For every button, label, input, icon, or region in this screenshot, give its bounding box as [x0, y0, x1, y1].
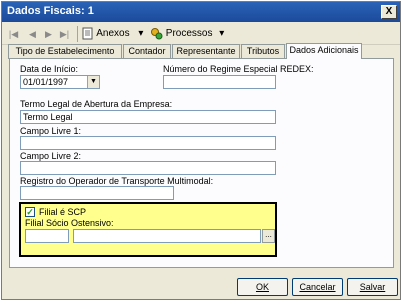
salvar-label: Salvar — [359, 282, 386, 292]
campo-livre-1-label: Campo Livre 1: — [20, 126, 82, 136]
termo-legal-field[interactable]: Termo Legal — [20, 110, 276, 124]
cancelar-button[interactable]: Cancelar — [292, 278, 343, 296]
attachment-icon — [82, 27, 93, 40]
first-record-icon[interactable]: |◀ — [7, 26, 20, 42]
data-inicio-value: 01/01/1997 — [23, 77, 69, 87]
data-inicio-label: Data de Início: — [20, 64, 79, 74]
filial-scp-group: ✓ Filial é SCP Filial Sócio Ostensivo: .… — [19, 202, 277, 257]
tab-tipo-estabelecimento[interactable]: Tipo de Estabelecimento — [8, 44, 122, 59]
socio-search-button[interactable]: ... — [262, 229, 275, 243]
processos-label: Processos — [165, 28, 213, 39]
regime-redex-label: Número do Regime Especial REDEX: — [163, 64, 314, 74]
calendar-dropdown-icon[interactable]: ▼ — [87, 76, 99, 88]
title-bar: Dados Fiscais: 1 X — [2, 2, 400, 22]
processos-menu[interactable]: Processos ▾ — [150, 26, 224, 42]
registro-multimodal-label: Registro do Operador de Transporte Multi… — [20, 176, 214, 186]
salvar-button[interactable]: Salvar — [347, 278, 398, 296]
next-record-icon[interactable]: ▶ — [42, 26, 55, 42]
anexos-dropdown-icon: ▾ — [138, 28, 144, 39]
dados-fiscais-window: Dados Fiscais: 1 X |◀ ◀ ▶ ▶| Anexos ▾ Pr… — [1, 1, 401, 300]
socio-ostensivo-label: Filial Sócio Ostensivo: — [25, 218, 114, 228]
campo-livre-2-label: Campo Livre 2: — [20, 151, 82, 161]
window-title: Dados Fiscais: 1 — [7, 5, 94, 17]
regime-redex-field[interactable] — [163, 75, 276, 89]
previous-record-icon[interactable]: ◀ — [26, 26, 39, 42]
tab-contador[interactable]: Contador — [123, 44, 171, 59]
anexos-label: Anexos — [96, 28, 130, 39]
processos-dropdown-icon: ▾ — [219, 28, 225, 39]
toolbar: |◀ ◀ ▶ ▶| Anexos ▾ Processos ▾ — [2, 23, 400, 45]
tab-dados-adicionais[interactable]: Dados Adicionais — [286, 43, 362, 59]
ok-label: OK — [255, 282, 269, 292]
filial-scp-checkbox[interactable]: ✓ — [25, 207, 35, 217]
dados-adicionais-panel: Data de Início: 01/01/1997 ▼ Número do R… — [9, 58, 394, 268]
tab-representante[interactable]: Representante — [172, 44, 240, 59]
socio-codigo-field[interactable] — [25, 229, 69, 243]
tab-strip: Tipo de Estabelecimento Contador Represe… — [2, 43, 400, 59]
cancelar-label: Cancelar — [299, 282, 336, 292]
ok-button[interactable]: OK — [237, 278, 288, 296]
campo-livre-2-field[interactable] — [20, 161, 276, 175]
data-inicio-field[interactable]: 01/01/1997 ▼ — [20, 75, 100, 89]
termo-legal-label: Termo Legal de Abertura da Empresa: — [20, 99, 173, 109]
anexos-menu[interactable]: Anexos ▾ — [82, 26, 143, 42]
process-gears-icon — [151, 27, 163, 40]
close-button[interactable]: X — [381, 5, 397, 19]
tab-tributos[interactable]: Tributos — [241, 44, 285, 59]
last-record-icon[interactable]: ▶| — [58, 26, 71, 42]
filial-scp-label: Filial é SCP — [39, 207, 87, 217]
socio-nome-field[interactable] — [73, 229, 261, 243]
registro-multimodal-field[interactable] — [20, 186, 174, 200]
toolbar-separator — [77, 26, 78, 42]
campo-livre-1-field[interactable] — [20, 136, 276, 150]
